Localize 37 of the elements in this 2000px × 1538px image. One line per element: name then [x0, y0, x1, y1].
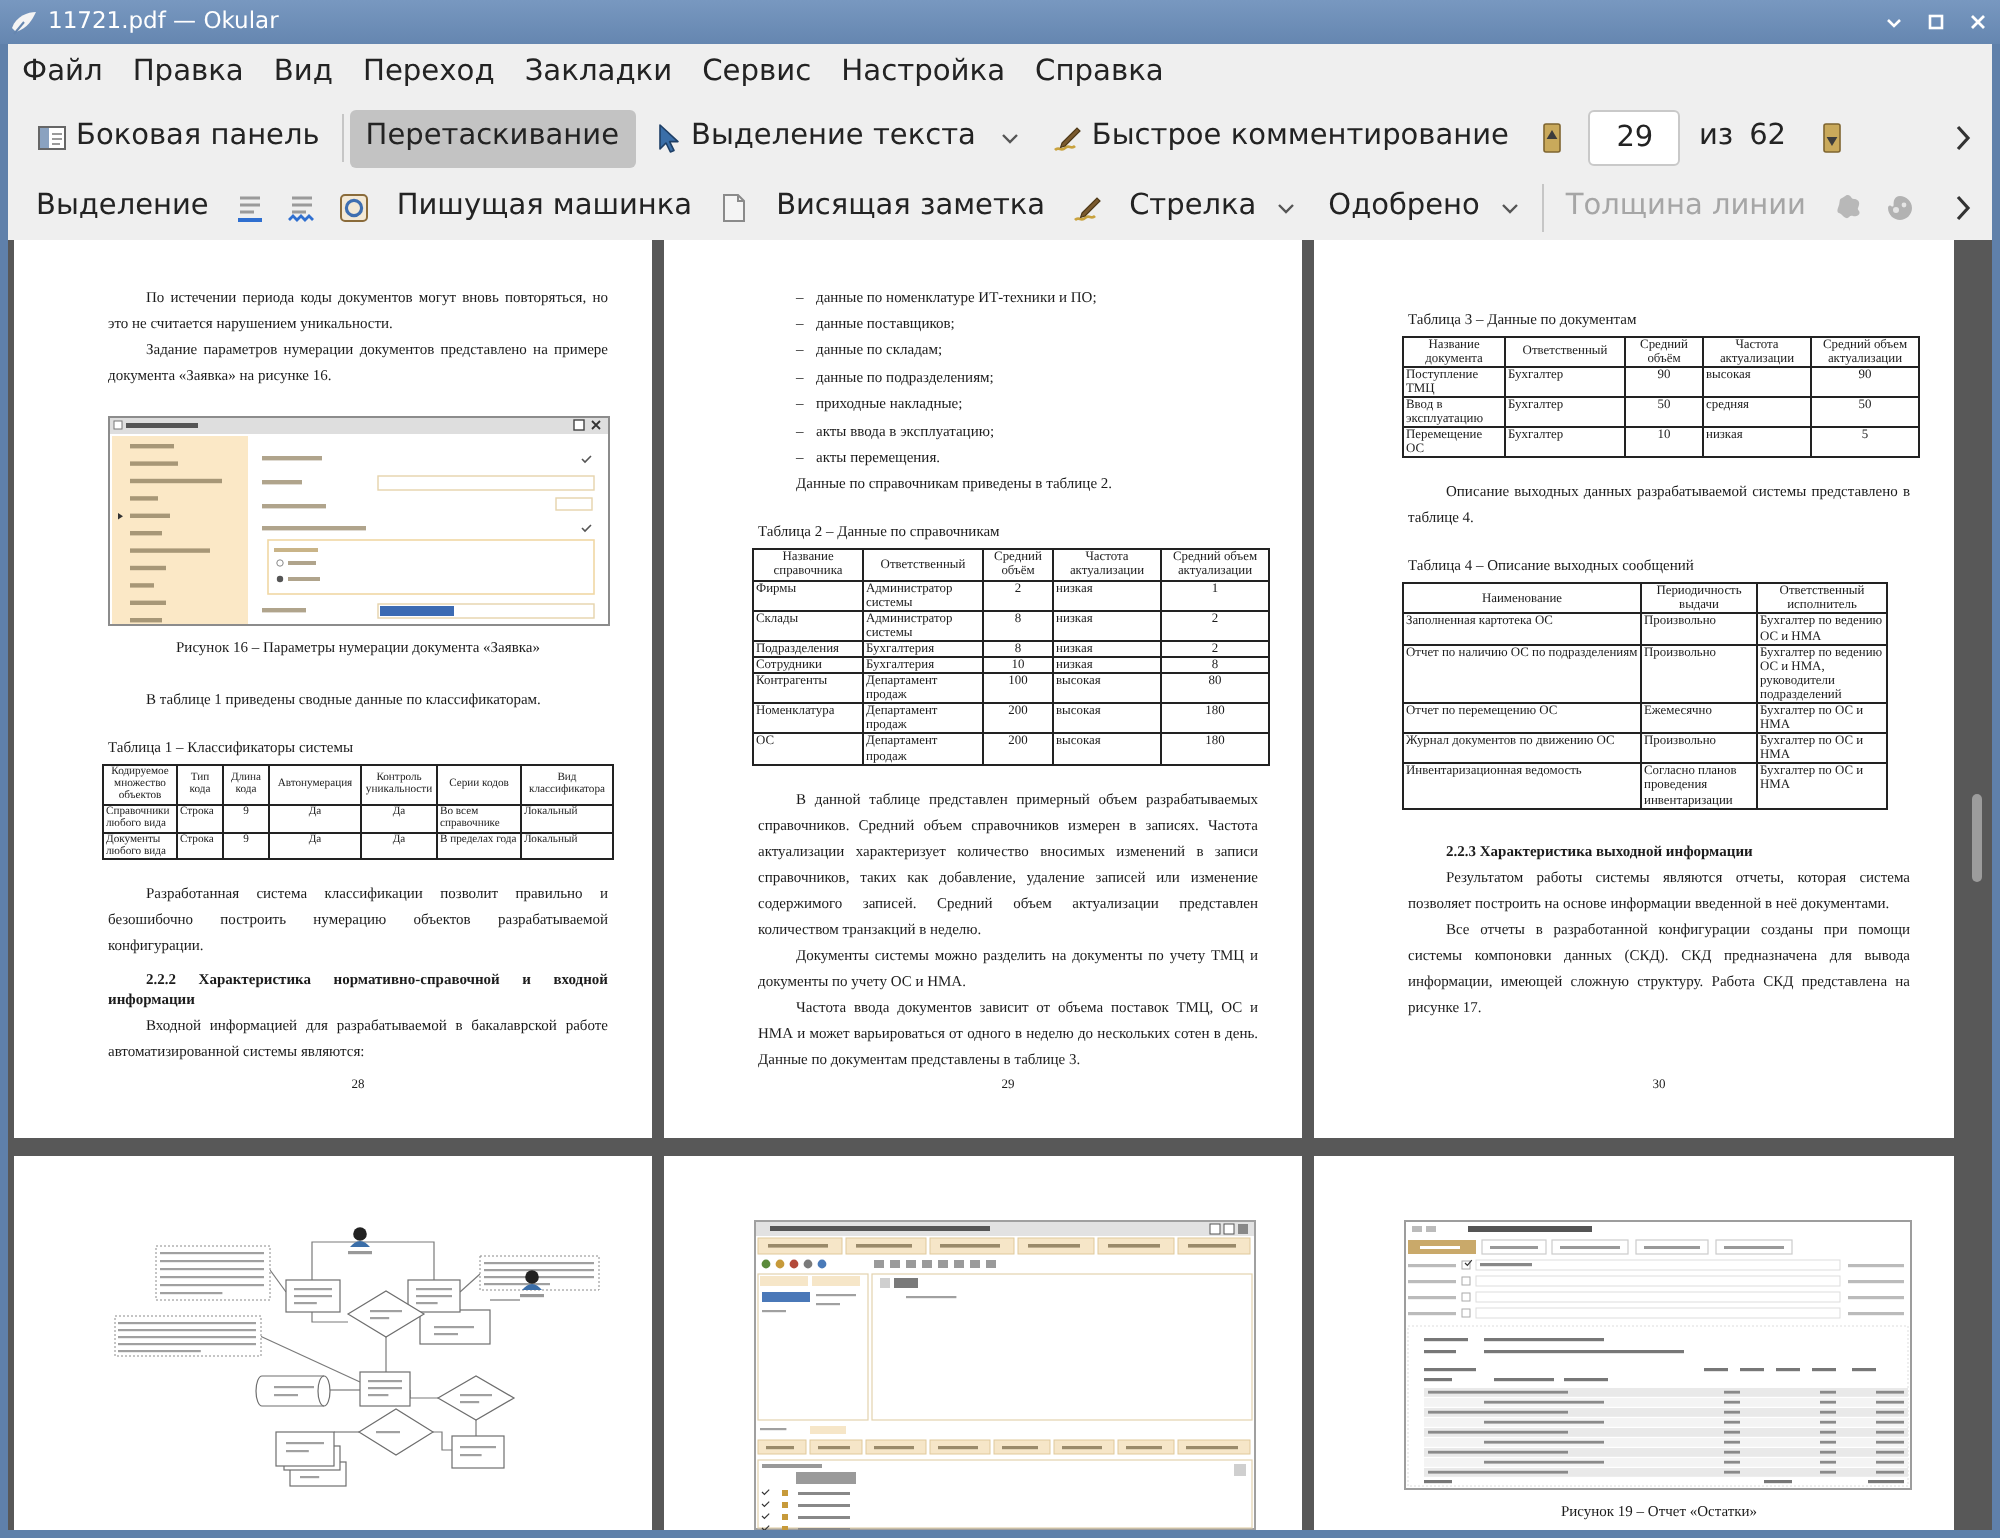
page-total-label: 62 — [1749, 118, 1787, 157]
page-number-field[interactable]: 29 — [1588, 110, 1681, 166]
ring-icon[interactable] — [338, 192, 371, 224]
menu-item[interactable]: Вид — [259, 50, 349, 94]
pen-icon[interactable] — [1071, 192, 1104, 224]
text-select-button[interactable]: Выделение текста — [635, 109, 1036, 167]
popup-note-tool-button[interactable]: Висящая заметка — [760, 179, 1062, 237]
stamp-tool-button[interactable]: Одобрено — [1312, 179, 1536, 237]
chevron-down-icon — [1499, 198, 1520, 218]
sidebar-button[interactable]: Боковая панель — [20, 109, 336, 167]
chevron-down-icon — [1276, 198, 1297, 218]
chevron-right-icon[interactable] — [1952, 194, 1972, 222]
app-icon — [10, 9, 38, 35]
menu-item[interactable]: Переход — [348, 50, 511, 94]
page-of-label: из — [1698, 118, 1734, 157]
chevron-right-icon[interactable] — [1952, 124, 1972, 152]
note-icon[interactable] — [718, 192, 751, 224]
menu-item[interactable]: Закладки — [510, 50, 689, 94]
menu-item[interactable]: Справка — [1021, 50, 1180, 94]
chevron-down-icon — [999, 128, 1020, 148]
menu-item[interactable]: Сервис — [688, 50, 828, 94]
pen-icon — [1051, 122, 1084, 154]
arrow-tool-button[interactable]: Стрелка — [1113, 179, 1313, 237]
window-title: 11721.pdf — Okular — [48, 4, 281, 39]
quick-annotations-button[interactable]: Быстрое комментирование — [1035, 109, 1525, 167]
close-icon[interactable] — [1968, 12, 1988, 32]
scrollbar-thumb[interactable] — [1972, 794, 1982, 882]
menu-item[interactable]: Правка — [118, 50, 260, 94]
menu-item[interactable]: Файл — [8, 50, 119, 94]
typewriter-tool-button[interactable]: Пишущая машинка — [380, 179, 709, 237]
squiggle-underline-icon[interactable] — [286, 192, 319, 224]
sidebar-icon — [36, 122, 68, 154]
highlight-tool-button[interactable]: Выделение — [20, 179, 225, 237]
underline-icon[interactable] — [234, 192, 267, 224]
maximize-icon[interactable] — [1926, 12, 1946, 32]
browse-tool-button[interactable]: Перетаскивание — [349, 109, 635, 167]
menu-item[interactable]: Настройка — [827, 50, 1022, 94]
